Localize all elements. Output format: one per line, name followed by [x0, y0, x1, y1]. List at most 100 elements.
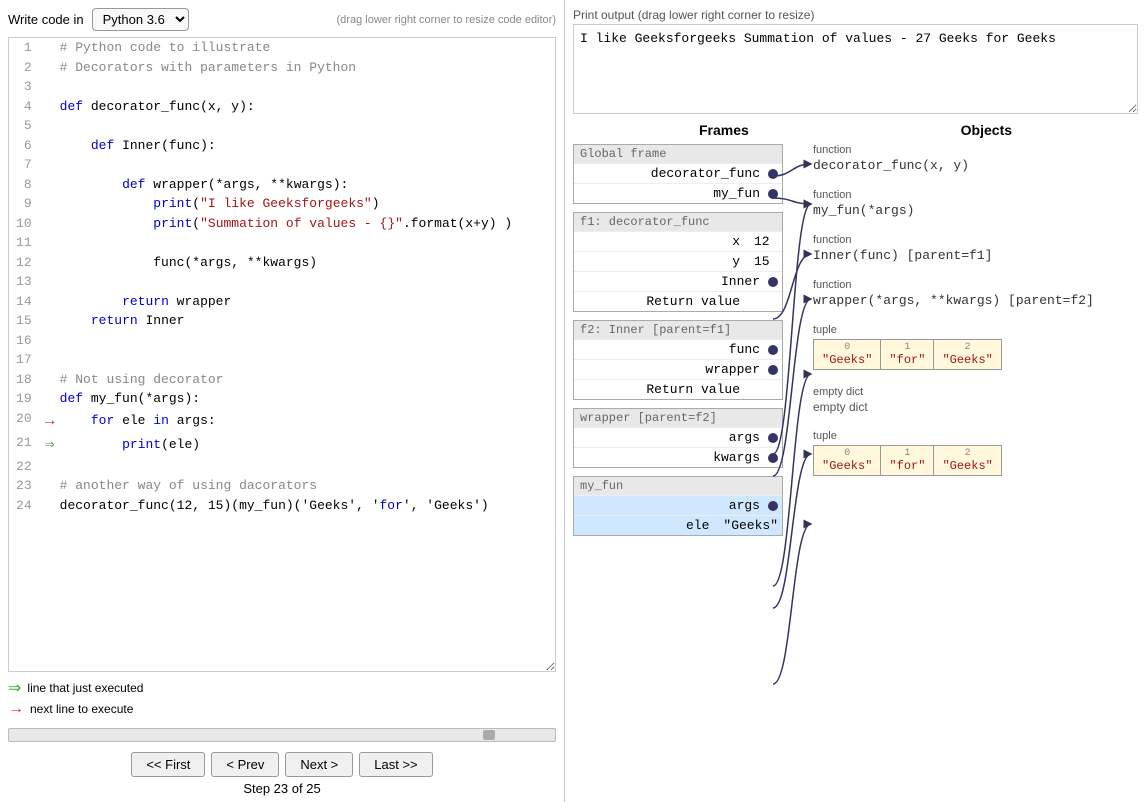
frame-dot [768, 277, 778, 287]
legend: ⇒ line that just executed → next line to… [0, 672, 564, 724]
code-line-6: 6 def Inner(func): [9, 136, 555, 156]
line-number: 11 [9, 233, 40, 253]
line-code: def decorator_func(x, y): [60, 97, 555, 117]
line-arrow [40, 496, 60, 516]
object-type: function [813, 144, 1146, 156]
line-arrow [40, 38, 60, 58]
frame-var-name: args [578, 430, 768, 445]
viz-section: Frames Objects Global framedecorator_fun… [573, 122, 1138, 794]
next-button[interactable]: Next > [285, 752, 353, 777]
line-number: 20 [9, 409, 40, 433]
frame-dot [768, 433, 778, 443]
line-code [60, 116, 555, 136]
code-line-23: 23# another way of using dacorators [9, 476, 555, 496]
frame-header: wrapper [parent=f2] [574, 409, 782, 427]
line-number: 3 [9, 77, 40, 97]
frame-var-name: decorator_func [578, 166, 768, 181]
line-arrow [40, 253, 60, 273]
line-arrow [40, 136, 60, 156]
line-code: decorator_func(12, 15)(my_fun)('Geeks', … [60, 496, 555, 516]
scrollbar[interactable] [8, 728, 556, 742]
code-line-2: 2# Decorators with parameters in Python [9, 58, 555, 78]
frame-val: 15 [748, 254, 778, 269]
object-type: function [813, 234, 1146, 246]
line-number: 8 [9, 175, 40, 195]
line-arrow [40, 476, 60, 496]
line-arrow [40, 331, 60, 351]
line-number: 6 [9, 136, 40, 156]
object-item-3: functionwrapper(*args, **kwargs) [parent… [813, 279, 1146, 308]
frames-col: Global framedecorator_funcmy_funf1: deco… [573, 144, 783, 544]
scrollbar-container [0, 724, 564, 746]
language-select[interactable]: Python 3.6 [92, 8, 189, 31]
object-item-2: functionInner(func) [parent=f1] [813, 234, 1146, 263]
frame-box-f1: f1: decorator_funcx12y15InnerReturn valu… [573, 212, 783, 312]
left-panel: Write code in Python 3.6 (drag lower rig… [0, 0, 565, 802]
line-code: print(ele) [60, 433, 555, 457]
line-number: 13 [9, 272, 40, 292]
line-code: def my_fun(*args): [60, 389, 555, 409]
object-item-1: functionmy_fun(*args) [813, 189, 1146, 218]
line-code [60, 272, 555, 292]
empty-dict: empty dict [813, 400, 1146, 414]
legend-red-text: next line to execute [30, 702, 133, 716]
line-arrow [40, 58, 60, 78]
line-number: 22 [9, 457, 40, 477]
frame-var-name: y [578, 254, 748, 269]
frame-var-name: kwargs [578, 450, 768, 465]
line-arrow [40, 370, 60, 390]
right-panel: Print output (drag lower right corner to… [565, 0, 1146, 802]
line-arrow [40, 272, 60, 292]
code-line-11: 11 [9, 233, 555, 253]
line-code [60, 457, 555, 477]
scroll-thumb [483, 730, 495, 740]
object-item-0: functiondecorator_func(x, y) [813, 144, 1146, 173]
frame-var-row: kwargs [574, 447, 782, 467]
output-label: Print output (drag lower right corner to… [573, 8, 1138, 22]
legend-red: → next line to execute [8, 700, 556, 718]
tuple-cell: 2"Geeks" [934, 446, 1000, 475]
line-number: 10 [9, 214, 40, 234]
code-line-24: 24decorator_func(12, 15)(my_fun)('Geeks'… [9, 496, 555, 516]
line-code: print("Summation of values - {}".format(… [60, 214, 555, 234]
line-code [60, 350, 555, 370]
code-line-8: 8 def wrapper(*args, **kwargs): [9, 175, 555, 195]
frame-var-row: args [574, 427, 782, 447]
frame-var-row: x12 [574, 231, 782, 251]
frame-dot [768, 501, 778, 511]
output-section: Print output (drag lower right corner to… [573, 8, 1138, 114]
first-button[interactable]: << First [131, 752, 205, 777]
code-editor[interactable]: 1# Python code to illustrate2# Decorator… [8, 37, 556, 672]
line-arrow [40, 194, 60, 214]
tuple-cell: 1"for" [881, 340, 934, 369]
frame-header: my_fun [574, 477, 782, 495]
red-arrow-icon: → [8, 700, 24, 718]
objects-header: Objects [961, 122, 1012, 138]
code-line-16: 16 [9, 331, 555, 351]
frame-var-name: ele [578, 518, 717, 533]
prev-button[interactable]: < Prev [211, 752, 279, 777]
line-code: return Inner [60, 311, 555, 331]
line-number: 9 [9, 194, 40, 214]
line-number: 19 [9, 389, 40, 409]
frame-var-name: Return value [578, 382, 748, 397]
frame-var-name: wrapper [578, 362, 768, 377]
code-line-7: 7 [9, 155, 555, 175]
toolbar: Write code in Python 3.6 (drag lower rig… [0, 8, 564, 37]
line-arrow [40, 77, 60, 97]
frame-var-row: wrapper [574, 359, 782, 379]
object-type: tuple [813, 430, 1146, 442]
output-box: I like Geeksforgeeks Summation of values… [573, 24, 1138, 114]
object-item-4: tuple0"Geeks"1"for"2"Geeks" [813, 324, 1146, 370]
line-number: 7 [9, 155, 40, 175]
line-arrow: ⇒ [40, 433, 60, 457]
frame-dot [768, 345, 778, 355]
tuple-cell: 1"for" [881, 446, 934, 475]
last-button[interactable]: Last >> [359, 752, 432, 777]
line-number: 21 [9, 433, 40, 457]
code-line-4: 4def decorator_func(x, y): [9, 97, 555, 117]
line-number: 16 [9, 331, 40, 351]
line-arrow [40, 311, 60, 331]
frame-box-f2: f2: Inner [parent=f1]funcwrapperReturn v… [573, 320, 783, 400]
line-arrow [40, 389, 60, 409]
